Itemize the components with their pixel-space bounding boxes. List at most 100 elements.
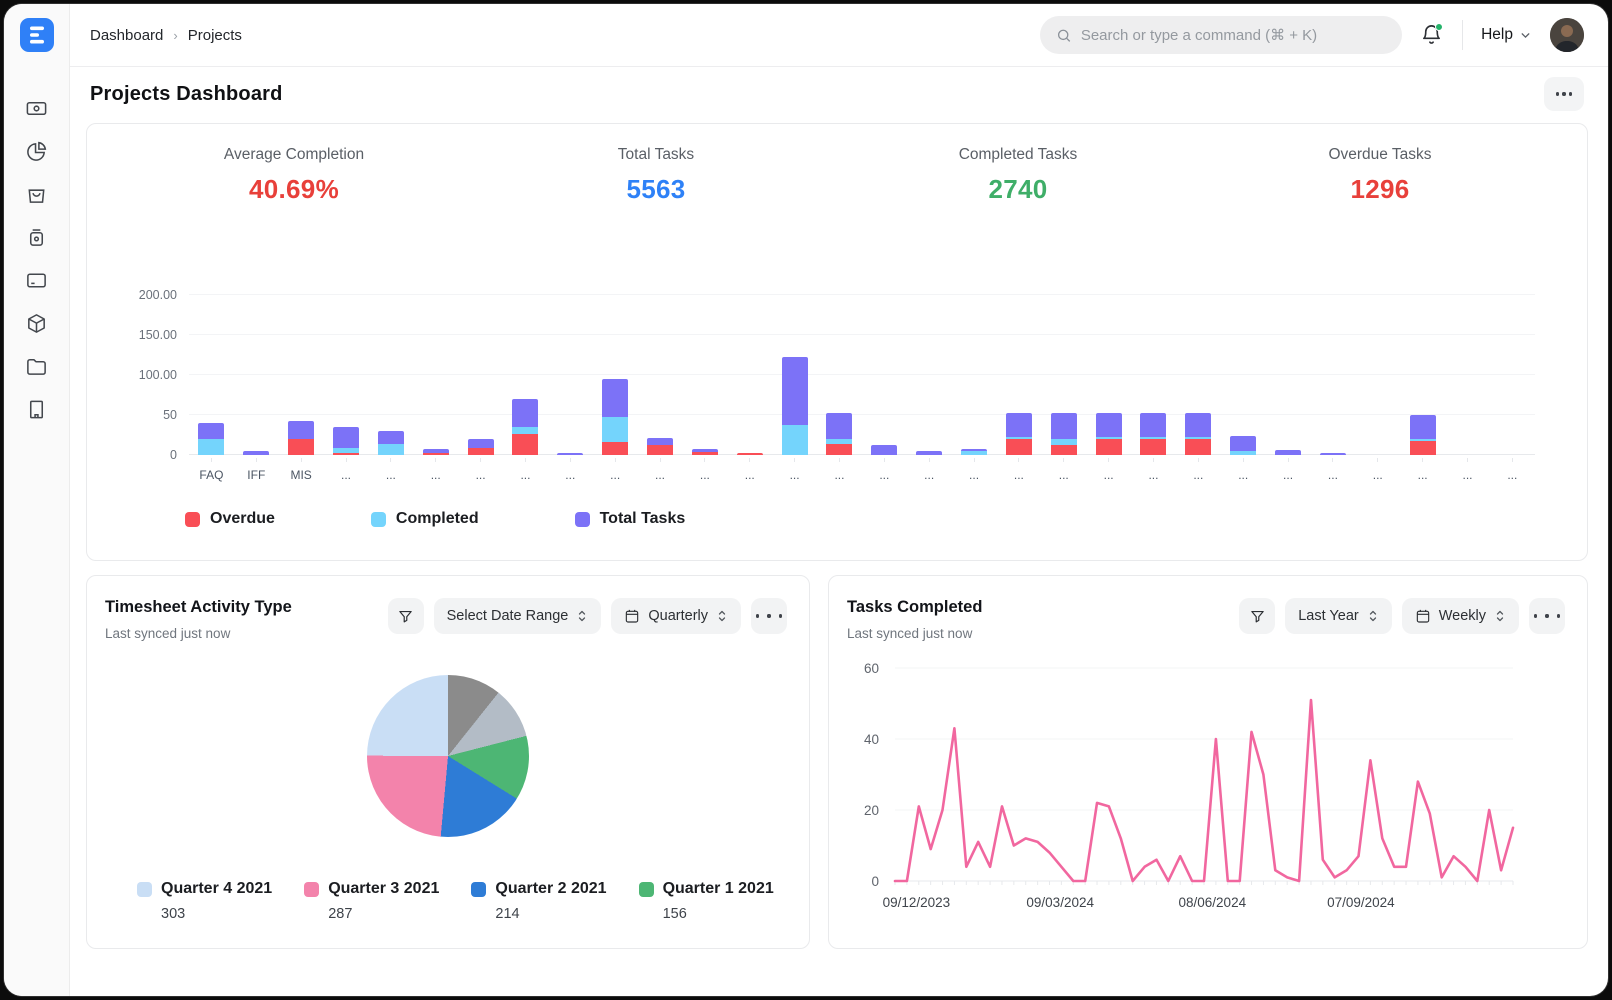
building-icon: [25, 398, 48, 421]
sidebar-item-organization[interactable]: [25, 397, 49, 421]
filter-button[interactable]: [388, 598, 424, 634]
stat-value: 40.69%: [113, 174, 475, 205]
app-logo[interactable]: [20, 18, 54, 52]
sidebar-item-inventory[interactable]: [25, 225, 49, 249]
seg-total: [288, 421, 314, 439]
range-select[interactable]: Last Year: [1285, 598, 1391, 634]
x-axis-tick-label: MIS: [279, 455, 324, 484]
folder-icon: [25, 355, 48, 378]
bar-...-21: [1131, 279, 1176, 455]
bar-...-8: [548, 279, 593, 455]
breadcrumb-projects[interactable]: Projects: [188, 27, 242, 44]
svg-text:07/09/2024: 07/09/2024: [1327, 895, 1395, 910]
search-input[interactable]: [1081, 27, 1386, 44]
x-axis-tick-label: ...: [548, 455, 593, 484]
card-header: Tasks Completed Last synced just now Las…: [829, 576, 1587, 641]
sidebar-item-products[interactable]: [25, 311, 49, 335]
seg-total: [1096, 413, 1122, 438]
seg-completed: [378, 444, 404, 455]
seg-overdue: [1051, 445, 1077, 455]
x-axis-tick-label: ...: [1355, 455, 1400, 484]
x-axis-tick-label: ...: [324, 455, 369, 484]
content: Average Completion 40.69% Total Tasks 55…: [70, 121, 1608, 996]
avatar[interactable]: [1550, 18, 1584, 52]
shopping-bag-icon: [25, 183, 48, 206]
help-menu[interactable]: Help: [1481, 26, 1532, 44]
legend-value: 214: [495, 906, 606, 922]
stat-label: Completed Tasks: [837, 146, 1199, 164]
page-title: Projects Dashboard: [90, 83, 283, 106]
x-axis-tick-label: ...: [862, 455, 907, 484]
bar-...-7: [503, 279, 548, 455]
stat-total-tasks: Total Tasks 5563: [475, 146, 837, 205]
seg-total: [1140, 413, 1166, 438]
package-icon: [25, 312, 48, 335]
x-axis-tick-label: ...: [1400, 455, 1445, 484]
card-more-options-button[interactable]: [751, 598, 787, 634]
period-select[interactable]: Weekly: [1402, 598, 1519, 634]
seg-overdue: [1006, 439, 1032, 455]
card-more-options-button[interactable]: [1529, 598, 1565, 634]
sidebar-item-orders[interactable]: [25, 182, 49, 206]
topbar: Dashboard › Projects Help: [70, 4, 1608, 66]
svg-text:09/12/2023: 09/12/2023: [883, 895, 951, 910]
bar-...-10: [638, 279, 683, 455]
sidebar: [4, 4, 70, 996]
last-synced-text: Last synced just now: [105, 626, 292, 641]
sidebar-item-payments[interactable]: [25, 96, 49, 120]
timesheet-activity-card: Timesheet Activity Type Last synced just…: [86, 575, 810, 949]
legend-item-overdue: Overdue: [185, 510, 275, 528]
legend-label: Overdue: [210, 510, 275, 528]
x-axis-tick-label: ...: [996, 455, 1041, 484]
period-select[interactable]: Quarterly: [611, 598, 741, 634]
stat-value: 1296: [1199, 174, 1561, 205]
breadcrumb-dashboard[interactable]: Dashboard: [90, 27, 163, 44]
bar-...-27: [1400, 279, 1445, 455]
bar-...-11: [682, 279, 727, 455]
notifications-button[interactable]: [1420, 23, 1444, 47]
sidebar-item-reports[interactable]: [25, 139, 49, 163]
stat-overdue-tasks: Overdue Tasks 1296: [1199, 146, 1561, 205]
bar-...-5: [413, 279, 458, 455]
q1-swatch-icon: [639, 882, 654, 897]
breadcrumb-separator: ›: [173, 28, 177, 43]
stat-value: 5563: [475, 174, 837, 205]
tasks-completed-card: Tasks Completed Last synced just now Las…: [828, 575, 1588, 949]
card-title: Timesheet Activity Type: [105, 598, 292, 617]
x-axis-tick-label: ...: [1310, 455, 1355, 484]
x-axis-tick-label: ...: [952, 455, 997, 484]
filter-button[interactable]: [1239, 598, 1275, 634]
total-tasks-swatch-icon: [575, 512, 590, 527]
y-axis-tick-label: 150.00: [139, 328, 177, 342]
bar-...-14: [817, 279, 862, 455]
sidebar-item-files[interactable]: [25, 354, 49, 378]
period-label: Quarterly: [648, 608, 708, 624]
x-axis-tick-label: ...: [1041, 455, 1086, 484]
page-more-options-button[interactable]: [1544, 77, 1584, 111]
calendar-icon: [624, 608, 640, 624]
x-axis-tick-label: ...: [1131, 455, 1176, 484]
svg-text:40: 40: [864, 732, 879, 747]
search-bar[interactable]: [1040, 16, 1402, 54]
bar-FAQ-0: [189, 279, 234, 455]
app-window: Dashboard › Projects Help: [4, 4, 1608, 996]
bar-chart-x-axis: FAQIFFMIS...............................…: [189, 455, 1535, 484]
legend-label: Quarter 4 2021: [161, 880, 272, 898]
ellipsis-icon: [756, 614, 759, 617]
pie-chart: [367, 675, 529, 837]
seg-total: [1410, 415, 1436, 439]
last-synced-text: Last synced just now: [847, 626, 982, 641]
x-axis-tick-label: ...: [907, 455, 952, 484]
sidebar-item-billing[interactable]: [25, 268, 49, 292]
date-range-select[interactable]: Select Date Range: [434, 598, 602, 634]
x-axis-tick-label: ...: [1490, 455, 1535, 484]
sort-arrows-icon: [1494, 609, 1506, 623]
x-axis-tick-label: IFF: [234, 455, 279, 484]
bar-chart-legend: Overdue Completed Total Tasks: [185, 510, 1561, 528]
svg-text:09/03/2024: 09/03/2024: [1026, 895, 1094, 910]
seg-overdue: [468, 448, 494, 455]
stat-label: Overdue Tasks: [1199, 146, 1561, 164]
topbar-divider: [1462, 20, 1463, 50]
seg-total: [826, 413, 852, 439]
seg-overdue: [1410, 441, 1436, 455]
